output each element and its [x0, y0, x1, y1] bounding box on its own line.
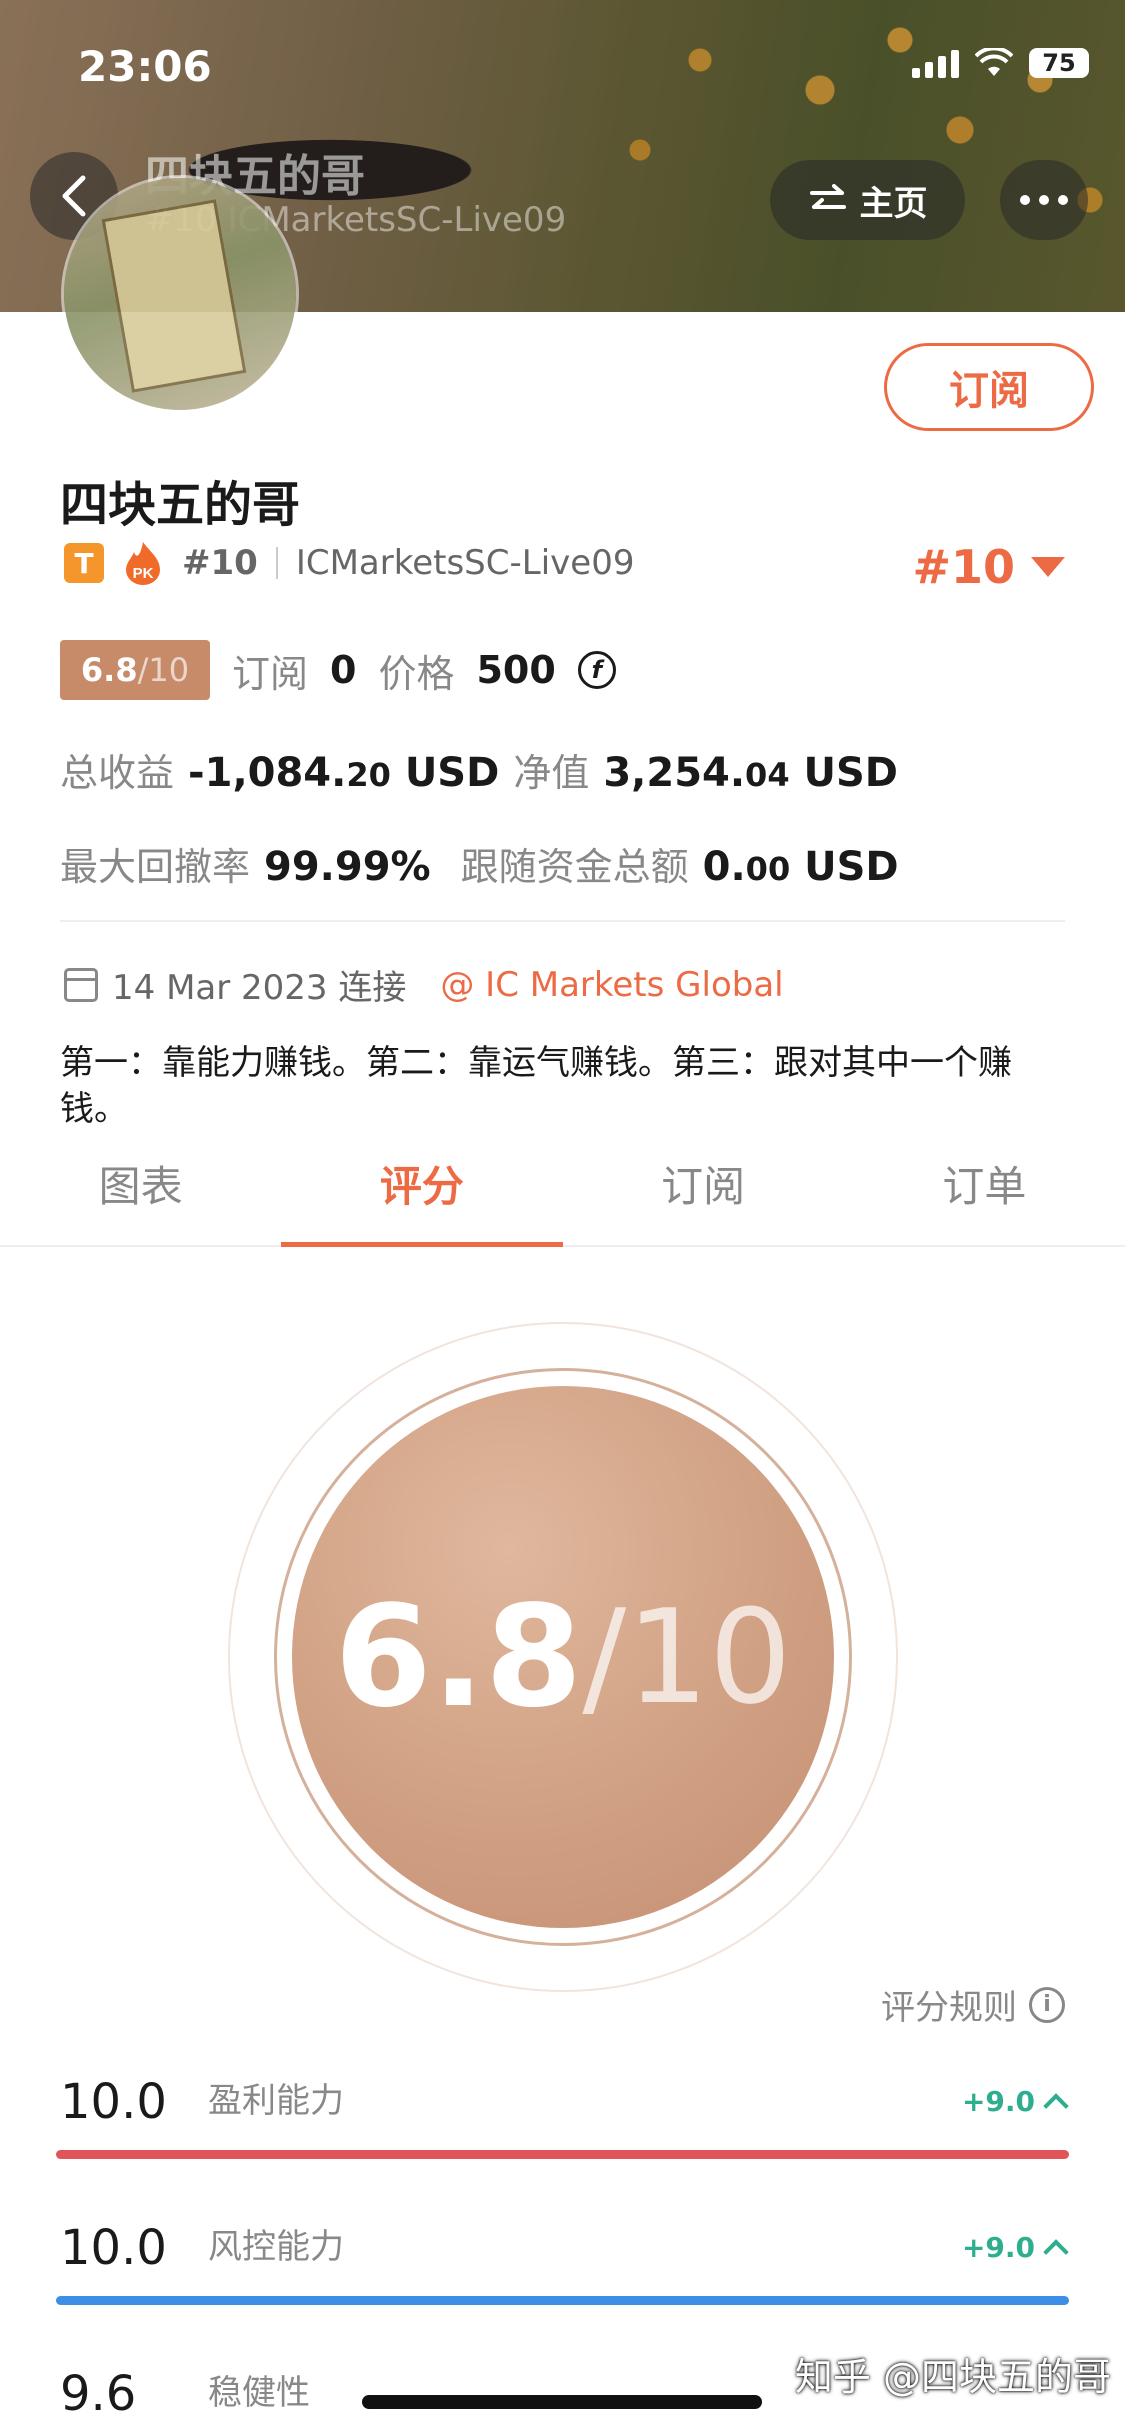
status-icons: 75 — [912, 48, 1089, 78]
total-profit-main: -1,084. — [188, 750, 347, 796]
metric-value: 10.0 — [60, 2074, 167, 2130]
home-button[interactable]: 主页 — [770, 160, 965, 240]
home-label: 主页 — [859, 183, 928, 224]
server-name: ICMarketsSC-Live09 — [295, 543, 635, 583]
more-icon — [1020, 195, 1068, 205]
follow-total-value: 0.00 USD — [703, 844, 899, 890]
profit-row: 总收益 -1,084.20 USD 净值 3,254.04 USD — [60, 742, 898, 797]
follow-total-unit: USD — [804, 844, 899, 890]
metric-risk-control: 10.0 风控能力 +9.0 — [60, 2208, 1069, 2288]
metric-delta: +9.0 — [961, 2231, 1069, 2265]
metric-profitability: 10.0 盈利能力 +9.0 — [60, 2062, 1069, 2142]
chevron-up-icon — [1043, 2238, 1069, 2265]
total-profit-unit: USD — [404, 750, 500, 796]
pk-fire-icon: PK — [126, 542, 160, 585]
follow-total-dec: 00 — [745, 850, 791, 888]
chevron-left-icon — [62, 175, 86, 217]
metric-delta-value: +9.0 — [961, 2085, 1035, 2118]
rating-score: 6.8 — [334, 1575, 583, 1739]
equity-main: 3,254. — [603, 750, 746, 796]
connect-row: 14 Mar 2023 连接 @ IC Markets Global — [64, 960, 784, 1009]
rank-dropdown[interactable]: #10 — [912, 540, 1065, 594]
total-profit-label: 总收益 — [60, 751, 175, 795]
rating-den: /10 — [582, 1581, 792, 1733]
max-drawdown-value: 99.99% — [264, 844, 431, 890]
equity-unit: USD — [803, 750, 899, 796]
equity-value: 3,254.04 USD — [603, 750, 898, 796]
subscribe-count-label: 订阅 — [232, 651, 309, 696]
rank-big: #10 — [912, 540, 1015, 594]
section-divider — [60, 920, 1065, 922]
calendar-icon — [64, 967, 98, 1002]
avatar[interactable] — [64, 178, 296, 410]
equity-dec: 04 — [745, 756, 790, 794]
max-drawdown-label: 最大回撤率 — [60, 845, 251, 889]
score-chip: 6.8/10 — [60, 640, 210, 700]
status-time: 23:06 — [78, 42, 212, 91]
rating-rules-link[interactable]: 评分规则 i — [881, 1980, 1065, 2029]
metric-delta: +9.0 — [961, 2085, 1069, 2119]
price-value: 500 — [476, 648, 556, 692]
stats-row: 6.8/10 订阅 0 价格 500 f — [60, 640, 616, 700]
connect-date: 14 Mar 2023 连接 — [112, 968, 407, 1008]
swap-icon — [809, 184, 846, 209]
total-profit-value: -1,084.20 USD — [188, 750, 499, 796]
avatar-book-image — [101, 199, 247, 393]
more-button[interactable] — [1000, 160, 1088, 240]
subscribe-count: 0 — [330, 648, 357, 692]
price-label: 价格 — [378, 651, 455, 696]
follow-total-label: 跟随资金总额 — [460, 845, 689, 889]
tab-subscriptions[interactable]: 订阅 — [563, 1145, 844, 1245]
metric-label: 盈利能力 — [208, 2081, 344, 2121]
battery-icon: 75 — [1029, 48, 1089, 78]
home-indicator[interactable] — [362, 2395, 762, 2409]
divider — [275, 547, 278, 579]
total-profit-dec: 20 — [346, 756, 391, 794]
metric-bar-risk-control — [56, 2296, 1069, 2305]
broker-link[interactable]: @ IC Markets Global — [440, 965, 783, 1005]
triangle-down-icon — [1031, 557, 1065, 577]
score-chip-den: /10 — [137, 651, 190, 689]
metric-delta-value: +9.0 — [961, 2231, 1035, 2264]
signal-icon — [912, 48, 959, 78]
drawdown-row: 最大回撤率 99.99% 跟随资金总额 0.00 USD — [60, 836, 899, 891]
follow-total-main: 0. — [702, 844, 746, 890]
metric-value: 9.6 — [60, 2366, 137, 2422]
coin-icon: f — [577, 651, 616, 689]
info-icon: i — [1029, 1986, 1065, 2023]
metric-bar-profitability — [56, 2150, 1069, 2159]
metric-label: 稳健性 — [208, 2373, 310, 2413]
tab-rating[interactable]: 评分 — [281, 1145, 563, 1247]
badge-row: T PK #10 ICMarketsSC-Live09 — [64, 540, 634, 586]
rating-rules-label: 评分规则 — [881, 1988, 1017, 2028]
tab-bar: 图表 评分 订阅 订单 — [0, 1145, 1125, 1247]
rank-small: #10 — [182, 543, 258, 583]
subscribe-button[interactable]: 订阅 — [884, 343, 1094, 431]
metric-value: 10.0 — [60, 2220, 167, 2276]
pk-label: PK — [133, 565, 154, 582]
tier-badge: T — [64, 543, 104, 583]
profile-name: 四块五的哥 — [60, 477, 301, 533]
tab-chart[interactable]: 图表 — [0, 1145, 281, 1245]
metric-label: 风控能力 — [208, 2227, 344, 2267]
watermark: 知乎 @四块五的哥 — [794, 2355, 1111, 2399]
chevron-up-icon — [1043, 2092, 1069, 2119]
tab-orders[interactable]: 订单 — [844, 1145, 1125, 1245]
bio-text: 第一：靠能力赚钱。第二：靠运气赚钱。第三：跟对其中一个赚钱。 — [60, 1043, 1012, 1129]
score-disc: 6.8/10 — [292, 1386, 834, 1928]
score-chip-value: 6.8 — [80, 651, 138, 689]
equity-label: 净值 — [513, 751, 590, 795]
wifi-icon — [975, 48, 1013, 76]
